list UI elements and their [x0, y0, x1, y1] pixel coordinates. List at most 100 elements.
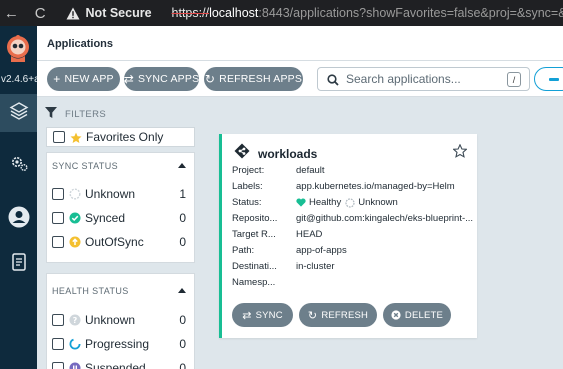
refresh-apps-button[interactable]: ↻ REFRESH APPS	[204, 67, 303, 91]
url-path: :8443/applications?showFavorites=false&p…	[258, 6, 563, 20]
refresh-icon: ↻	[307, 309, 318, 322]
app-card-header: workloads	[234, 143, 317, 164]
app-card-actions: ⇄ SYNC ↻ REFRESH DELETE	[232, 303, 457, 329]
unknown-circle-icon	[69, 188, 81, 200]
field-key: Project:	[232, 165, 265, 176]
filter-row-suspended[interactable]: Suspended 0	[52, 360, 190, 369]
favorites-only-filter[interactable]: Favorites Only	[46, 127, 195, 147]
filter-row-health-unknown[interactable]: ? Unknown 0	[52, 312, 190, 328]
browser-toolbar: ← C Not Secure https:// localhost :8443/…	[0, 0, 563, 26]
left-nav: v2.4.6+a	[0, 26, 37, 369]
field-key: Namesp...	[232, 277, 276, 288]
sync-button[interactable]: ⇄ SYNC	[232, 303, 293, 327]
nav-docs[interactable]	[0, 245, 37, 283]
filter-count: 0	[179, 211, 186, 225]
filters-sidebar: FILTERS Favorites Only SYNC STATUS Unkno…	[37, 97, 205, 369]
checkbox[interactable]	[52, 314, 64, 326]
refresh-button[interactable]: ↻ REFRESH	[299, 303, 377, 327]
search-box[interactable]: /	[317, 67, 530, 91]
checkbox[interactable]	[52, 338, 64, 350]
address-bar[interactable]: Not Secure https:// localhost :8443/appl…	[66, 6, 563, 20]
sync-apps-button[interactable]: ⇄ SYNC APPS	[124, 67, 199, 91]
back-arrow-icon[interactable]: ←	[2, 5, 21, 22]
app-name[interactable]: workloads	[258, 147, 317, 161]
delete-button[interactable]: DELETE	[383, 303, 451, 327]
field-destination: Destinati... in-cluster	[232, 261, 335, 272]
filter-row-out-of-sync[interactable]: OutOfSync 0	[52, 234, 190, 250]
apps-toolbar: + NEW APP ⇄ SYNC APPS ↻ REFRESH APPS /	[37, 61, 563, 97]
field-value: default	[296, 165, 325, 176]
field-repository: Reposito... git@github.com:kingalech/eks…	[232, 213, 473, 224]
sync-icon: ⇄	[242, 309, 252, 322]
question-circle-icon: ?	[69, 314, 81, 326]
book-icon	[11, 252, 27, 276]
filter-row-sync-unknown[interactable]: Unknown 1	[52, 186, 190, 202]
sync-status-title: SYNC STATUS	[52, 161, 119, 171]
user-icon	[8, 206, 30, 233]
filter-label: Suspended	[85, 361, 146, 369]
favorite-star-icon[interactable]	[452, 143, 468, 158]
checkbox[interactable]	[52, 362, 64, 369]
spinner-icon	[69, 338, 81, 350]
warning-icon	[66, 7, 80, 20]
field-value: app-of-apps	[296, 245, 347, 256]
checkbox[interactable]	[52, 236, 64, 248]
view-toggle-button[interactable]	[534, 67, 563, 91]
field-key: Status:	[232, 197, 262, 208]
search-shortcut-key: /	[507, 72, 521, 87]
filter-row-progressing[interactable]: Progressing 0	[52, 336, 190, 352]
filter-count: 0	[179, 235, 186, 249]
delete-label: DELETE	[404, 309, 444, 321]
sync-status-value: Unknown	[358, 197, 398, 208]
field-key: Reposito...	[232, 213, 278, 224]
field-value: app.kubernetes.io/managed-by=Helm	[296, 181, 455, 192]
new-app-button[interactable]: + NEW APP	[47, 67, 120, 91]
field-value: in-cluster	[296, 261, 335, 272]
svg-text:?: ?	[73, 316, 78, 325]
field-key: Target R...	[232, 229, 276, 240]
field-key: Destinati...	[232, 261, 277, 272]
sync-status-panel: SYNC STATUS Unknown 1 Synced 0 OutOfSync…	[46, 152, 195, 263]
argo-logo[interactable]	[3, 34, 33, 64]
favorites-checkbox[interactable]	[53, 131, 65, 143]
url-host: localhost	[209, 6, 259, 20]
new-app-label: NEW APP	[64, 73, 114, 85]
not-secure-label: Not Secure	[85, 6, 152, 20]
filter-row-synced[interactable]: Synced 0	[52, 210, 190, 226]
delete-circle-icon	[391, 310, 401, 320]
filter-label: OutOfSync	[85, 235, 144, 249]
field-value: git@github.com:kingalech/eks-blueprint-.…	[296, 213, 474, 224]
list-view-icon	[549, 77, 559, 81]
check-circle-icon	[69, 212, 81, 224]
filter-label: Unknown	[85, 313, 136, 327]
refresh-apps-label: REFRESH APPS	[219, 73, 303, 85]
checkbox[interactable]	[52, 188, 64, 200]
favorites-label: Favorites Only	[86, 130, 164, 144]
refresh-label: REFRESH	[321, 309, 369, 321]
filter-count: 1	[179, 187, 186, 201]
git-cube-icon	[234, 143, 250, 164]
checkbox[interactable]	[52, 212, 64, 224]
page-title: Applications	[47, 38, 114, 50]
reload-icon[interactable]: C	[31, 5, 50, 22]
collapse-caret-icon[interactable]	[178, 163, 186, 168]
star-icon	[70, 131, 82, 143]
layers-icon	[9, 101, 29, 126]
filter-label: Synced	[85, 211, 126, 225]
health-status-value: Healthy	[309, 197, 342, 208]
collapse-caret-icon[interactable]	[178, 288, 186, 293]
app-card[interactable]: workloads Project: default Labels: app.k…	[219, 134, 477, 338]
filter-count: 0	[179, 313, 186, 327]
filter-count: 0	[179, 361, 186, 369]
plus-icon: +	[53, 72, 61, 86]
field-path: Path: app-of-apps	[232, 245, 347, 256]
gears-icon	[9, 153, 29, 178]
field-project: Project: default	[232, 165, 325, 176]
field-key: Path:	[232, 245, 255, 256]
nav-applications[interactable]	[0, 94, 37, 132]
search-input[interactable]	[346, 72, 496, 86]
nav-settings[interactable]	[0, 146, 37, 184]
applications-grid: workloads Project: default Labels: app.k…	[205, 97, 563, 369]
version-label: v2.4.6+a	[1, 74, 37, 85]
nav-user-info[interactable]	[0, 200, 37, 238]
